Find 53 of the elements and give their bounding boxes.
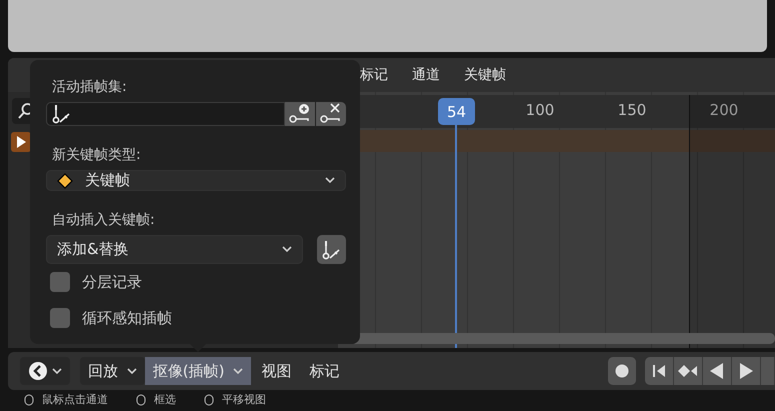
checkbox-label[interactable]: 循环感知插帧: [82, 308, 172, 328]
auto-keying-mode-dropdown[interactable]: 添加&替换: [46, 235, 303, 264]
mouse-icon: [24, 394, 34, 406]
checkbox-label[interactable]: 分层记录: [82, 272, 142, 292]
add-keying-set-button[interactable]: [285, 102, 315, 126]
remove-keying-set-button[interactable]: [316, 102, 346, 126]
frame-number: 150: [618, 101, 646, 119]
keyframe-diamond-icon: [57, 172, 73, 188]
dropdown-menu[interactable]: 回放: [80, 357, 145, 385]
clock-icon: [28, 361, 48, 381]
menu-item[interactable]: 视图: [253, 357, 300, 385]
mouse-icon: [204, 394, 214, 406]
status-hint: 平移视图: [222, 392, 266, 407]
play-icon: [739, 363, 753, 379]
keyframe-previous-icon: [678, 364, 698, 378]
menu-item[interactable]: 通道: [412, 66, 440, 84]
chevron-down-icon: [233, 368, 244, 374]
field-label: 新关键帧类型:: [52, 146, 142, 164]
field-label: 自动插入关键帧:: [52, 211, 156, 229]
jump-to-start-icon: [652, 364, 666, 378]
keyframe-type-dropdown[interactable]: 关键帧: [46, 170, 346, 191]
current-frame-indicator[interactable]: 54: [438, 98, 475, 125]
key-plus-icon: [288, 103, 312, 125]
play-reverse-button[interactable]: [703, 357, 732, 385]
play-button[interactable]: [732, 357, 761, 385]
play-triangle-icon: [16, 136, 26, 148]
chevron-down-icon: [325, 177, 335, 184]
record-button[interactable]: [608, 357, 636, 385]
keying-set-toggle-button[interactable]: [317, 235, 346, 264]
frame-number: 100: [526, 101, 554, 119]
checkbox[interactable]: [50, 308, 70, 328]
jump-to-start-button[interactable]: [645, 357, 674, 385]
record-icon: [615, 364, 629, 378]
frame-number: 200: [710, 101, 738, 119]
key-icon: [320, 238, 342, 260]
previous-keyframe-button[interactable]: [674, 357, 703, 385]
expand-button[interactable]: [11, 132, 31, 152]
play-reverse-icon: [710, 363, 724, 379]
menu-item[interactable]: 标记: [360, 66, 388, 84]
checkbox[interactable]: [50, 272, 70, 292]
chevron-down-icon: [282, 246, 292, 253]
mouse-icon: [136, 394, 146, 406]
status-hint: 框选: [154, 392, 176, 407]
status-hint: 鼠标点击通道: [42, 392, 108, 407]
field-label: 活动插帧集:: [52, 78, 128, 96]
chevron-down-icon: [52, 368, 62, 374]
dropdown-menu[interactable]: 抠像(插帧): [144, 357, 252, 385]
menu-item[interactable]: 标记: [301, 357, 348, 385]
editor-type-button[interactable]: [20, 357, 70, 385]
keying-set-field[interactable]: [46, 102, 285, 126]
chevron-down-icon: [126, 368, 137, 374]
key-cross-icon: [319, 103, 343, 125]
menu-item[interactable]: 关键帧: [464, 66, 506, 84]
